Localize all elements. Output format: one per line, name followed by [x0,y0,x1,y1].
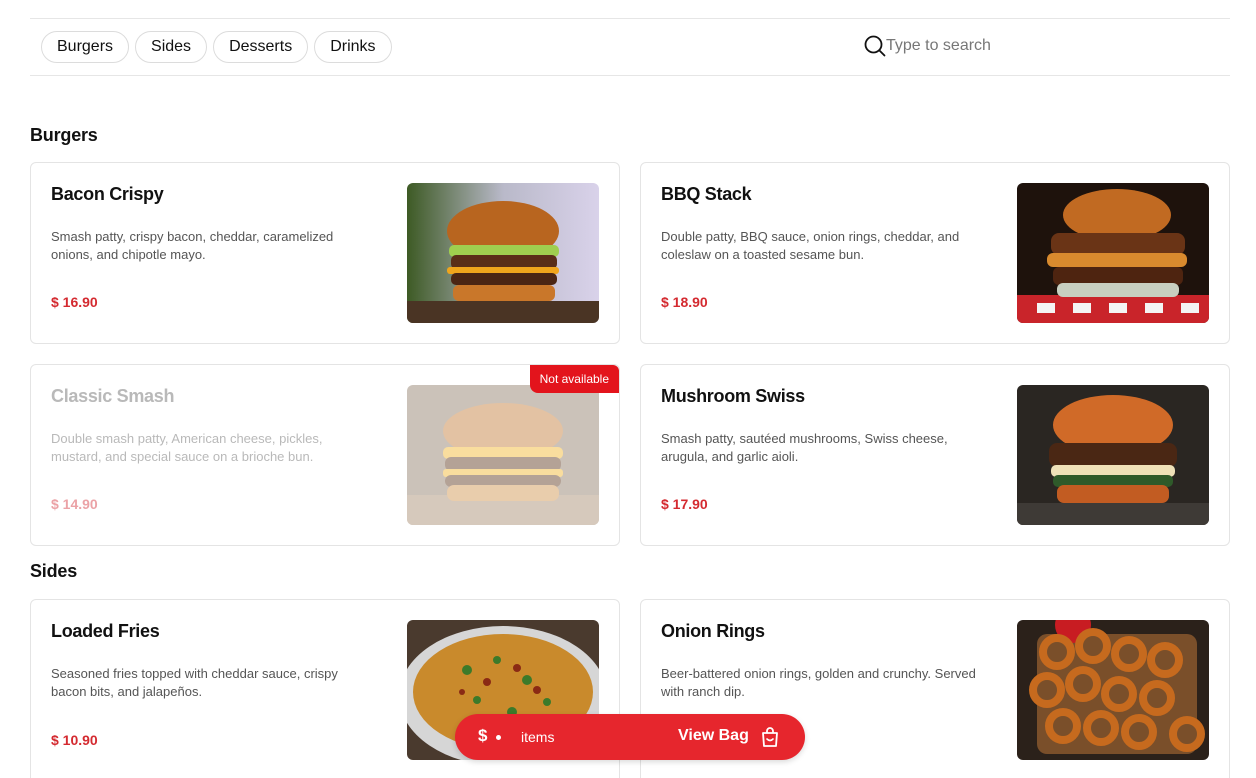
item-price: $ 16.90 [51,294,98,310]
category-tabs: Burgers Sides Desserts Drinks [41,31,392,63]
top-bar: Burgers Sides Desserts Drinks [30,18,1230,76]
menu-item-mushroom-swiss[interactable]: Mushroom Swiss Smash patty, sautéed mush… [640,364,1230,546]
item-name: Bacon Crispy [51,184,164,204]
search-input[interactable] [886,37,1186,55]
category-tab-desserts[interactable]: Desserts [213,31,309,63]
item-description: Smash patty, sautéed mushrooms, Swiss ch… [661,431,948,464]
section-title-sides: Sides [30,561,78,581]
item-price: $ 17.90 [661,496,708,512]
item-image-bbq-burger [1017,183,1209,323]
item-name: Loaded Fries [51,621,160,641]
category-tab-sides[interactable]: Sides [135,31,208,63]
item-description: Double patty, BBQ sauce, onion rings, ch… [661,229,960,262]
bag-items-label: items [521,729,555,745]
view-bag-button[interactable]: $ items View Bag [455,714,805,760]
item-name: Onion Rings [661,621,765,641]
item-price: $ 18.90 [661,294,708,310]
item-description: Smash patty, crispy bacon, cheddar, cara… [51,229,334,262]
item-name: Mushroom Swiss [661,386,805,406]
search-icon [864,35,886,57]
category-tab-burgers[interactable]: Burgers [41,31,130,63]
category-tab-drinks[interactable]: Drinks [314,31,392,63]
item-image-onion-rings [1017,620,1209,760]
item-description: Beer-battered onion rings, golden and cr… [661,666,976,699]
item-description: Double smash patty, American cheese, pic… [51,431,323,464]
menu-item-bbq-stack[interactable]: BBQ Stack Double patty, BBQ sauce, onion… [640,162,1230,344]
section-title-burgers: Burgers [30,125,98,145]
item-name: Classic Smash [51,386,175,406]
not-available-badge: Not available [529,365,619,393]
shopping-bag-icon [758,725,782,754]
item-image-bacon-burger [407,183,599,323]
bag-separator-dot [496,735,501,740]
item-price: $ 14.90 [51,496,98,512]
view-bag-label: View Bag [678,727,749,744]
menu-item-bacon-crispy[interactable]: Bacon Crispy Smash patty, crispy bacon, … [30,162,620,344]
menu-item-classic-smash[interactable]: Classic Smash Double smash patty, Americ… [30,364,620,546]
item-image-mushroom-burger [1017,385,1209,525]
item-image-classic-burger [407,385,599,525]
bag-currency: $ [478,726,488,745]
item-price: $ 10.90 [51,732,98,748]
search-bar [864,35,1186,57]
item-name: BBQ Stack [661,184,752,204]
item-description: Seasoned fries topped with cheddar sauce… [51,666,338,699]
